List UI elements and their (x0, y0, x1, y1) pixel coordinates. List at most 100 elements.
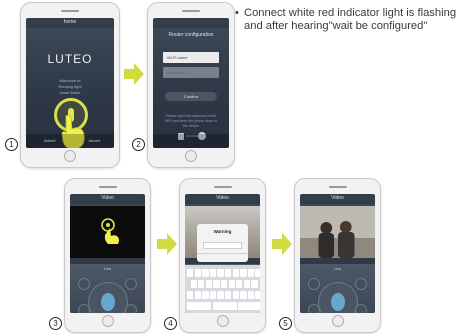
keyboard-key[interactable] (209, 291, 217, 299)
instruction-sentence: Connect white red indicator light is fla… (244, 7, 457, 32)
keyboard-key[interactable] (228, 280, 235, 288)
speaker-slot (328, 186, 347, 188)
mode-label: Live (103, 266, 112, 271)
people-in-room-image (300, 206, 375, 258)
password-field[interactable]: Password (163, 67, 219, 78)
step-number-1: 1 (5, 138, 18, 151)
keyboard-key[interactable] (187, 269, 194, 277)
keyboard-row (187, 302, 260, 310)
video-screen-with-dialog: Video Warning (185, 194, 260, 313)
keyboard-key[interactable] (255, 269, 260, 277)
settings-button[interactable] (125, 304, 137, 313)
keyboard-key[interactable] (236, 280, 243, 288)
keyboard-key[interactable] (247, 291, 255, 299)
arrow-right-icon (124, 63, 144, 85)
speaker-slot (98, 186, 117, 188)
keyboard-key[interactable] (232, 291, 239, 299)
screen-title: Video (101, 195, 114, 201)
keyboard-key[interactable] (213, 280, 220, 288)
mic-icon (100, 293, 115, 311)
keyboard-key[interactable] (194, 269, 201, 277)
screen-title: home (63, 19, 77, 25)
home-button (101, 315, 114, 327)
keyboard-key[interactable] (187, 291, 194, 299)
keyboard-key[interactable] (194, 291, 201, 299)
record-button[interactable] (125, 278, 137, 290)
keyboard-key[interactable] (225, 291, 232, 299)
dialog-input[interactable] (203, 242, 242, 249)
bottom-bar-right[interactable]: Advert (88, 138, 100, 143)
keyboard-key[interactable] (220, 280, 228, 288)
keyboard-key[interactable] (198, 280, 205, 288)
keyboard-key[interactable] (205, 280, 213, 288)
keyboard-key[interactable] (232, 269, 239, 277)
bullet-point: • (235, 7, 239, 19)
keyboard-key[interactable] (240, 269, 247, 277)
status-bar (153, 18, 229, 28)
mode-label: Live (333, 266, 342, 271)
keyboard-key[interactable] (212, 302, 237, 310)
control-panel: Live (70, 264, 145, 313)
home-button (216, 315, 229, 327)
keyboard-key[interactable] (225, 269, 232, 277)
joystick-control[interactable] (317, 282, 358, 313)
phone-step-2: Router configuration Wi-Fi name Password… (147, 2, 235, 168)
video-feed[interactable] (70, 206, 145, 258)
keyboard-key[interactable] (238, 302, 260, 310)
bottom-bar-left[interactable]: Advert (44, 138, 56, 143)
dialog-divider (197, 253, 248, 254)
keyboard-key[interactable] (190, 280, 197, 288)
confirm-button[interactable]: Confirm (165, 92, 217, 101)
step-number-3: 3 (49, 317, 62, 330)
keyboard-key[interactable] (187, 302, 211, 310)
home-button (64, 150, 76, 162)
bottom-bar (153, 134, 229, 148)
phone-step-1: home LUTEO Welcome to Reusing light smar… (20, 2, 120, 168)
keyboard-key[interactable] (217, 269, 224, 277)
keyboard-key[interactable] (251, 280, 258, 288)
speaker-button[interactable] (78, 304, 90, 313)
keyboard-key[interactable] (209, 269, 217, 277)
keyboard-key[interactable] (243, 280, 251, 288)
bottom-bar: Advert Advert (26, 134, 114, 148)
wifi-name-field[interactable]: Wi-Fi name (163, 52, 219, 63)
settings-button[interactable] (355, 304, 367, 313)
snapshot-button[interactable] (78, 278, 90, 290)
screen-title: Video (331, 195, 344, 201)
keyboard-key[interactable] (240, 291, 247, 299)
step-number-2: 2 (132, 138, 145, 151)
keyboard-row (187, 291, 260, 299)
keyboard-key[interactable] (202, 291, 209, 299)
step-number-4: 4 (164, 317, 177, 330)
welcome-screen: home LUTEO Welcome to Reusing light smar… (26, 18, 114, 148)
video-feed[interactable] (300, 206, 375, 258)
snapshot-button[interactable] (308, 278, 320, 290)
welcome-text: Welcome to Reusing light smart bulbs (34, 78, 106, 96)
config-note: Please input the password of the WiFi an… (165, 114, 217, 128)
speaker-slot (61, 10, 79, 12)
keyboard-key[interactable] (255, 291, 260, 299)
phone-step-3: Video Live (64, 178, 151, 333)
phone-step-5: Video Live (294, 178, 381, 333)
home-button (331, 315, 344, 327)
instruction-text: • Connect white red indicator light is f… (235, 7, 473, 33)
arrow-right-icon (272, 233, 292, 255)
keyboard-key[interactable] (202, 269, 209, 277)
keyboard-row (187, 280, 258, 288)
keyboard-key[interactable] (247, 269, 255, 277)
speaker-button[interactable] (308, 304, 320, 313)
arrow-right-icon (157, 233, 177, 255)
speaker-slot (213, 186, 232, 188)
step-number-5: 5 (279, 317, 292, 330)
joystick-control[interactable] (87, 282, 128, 313)
speaker-slot (182, 10, 200, 12)
keyboard-row (187, 269, 260, 277)
on-screen-keyboard[interactable] (185, 265, 260, 313)
screen-title: Video (216, 195, 229, 201)
home-button (185, 150, 197, 162)
keyboard-key[interactable] (217, 291, 224, 299)
live-video-screen: Video Live (300, 194, 375, 313)
video-screen: Video Live (70, 194, 145, 313)
phone-step-4: Video Warning (179, 178, 266, 333)
record-button[interactable] (355, 278, 367, 290)
